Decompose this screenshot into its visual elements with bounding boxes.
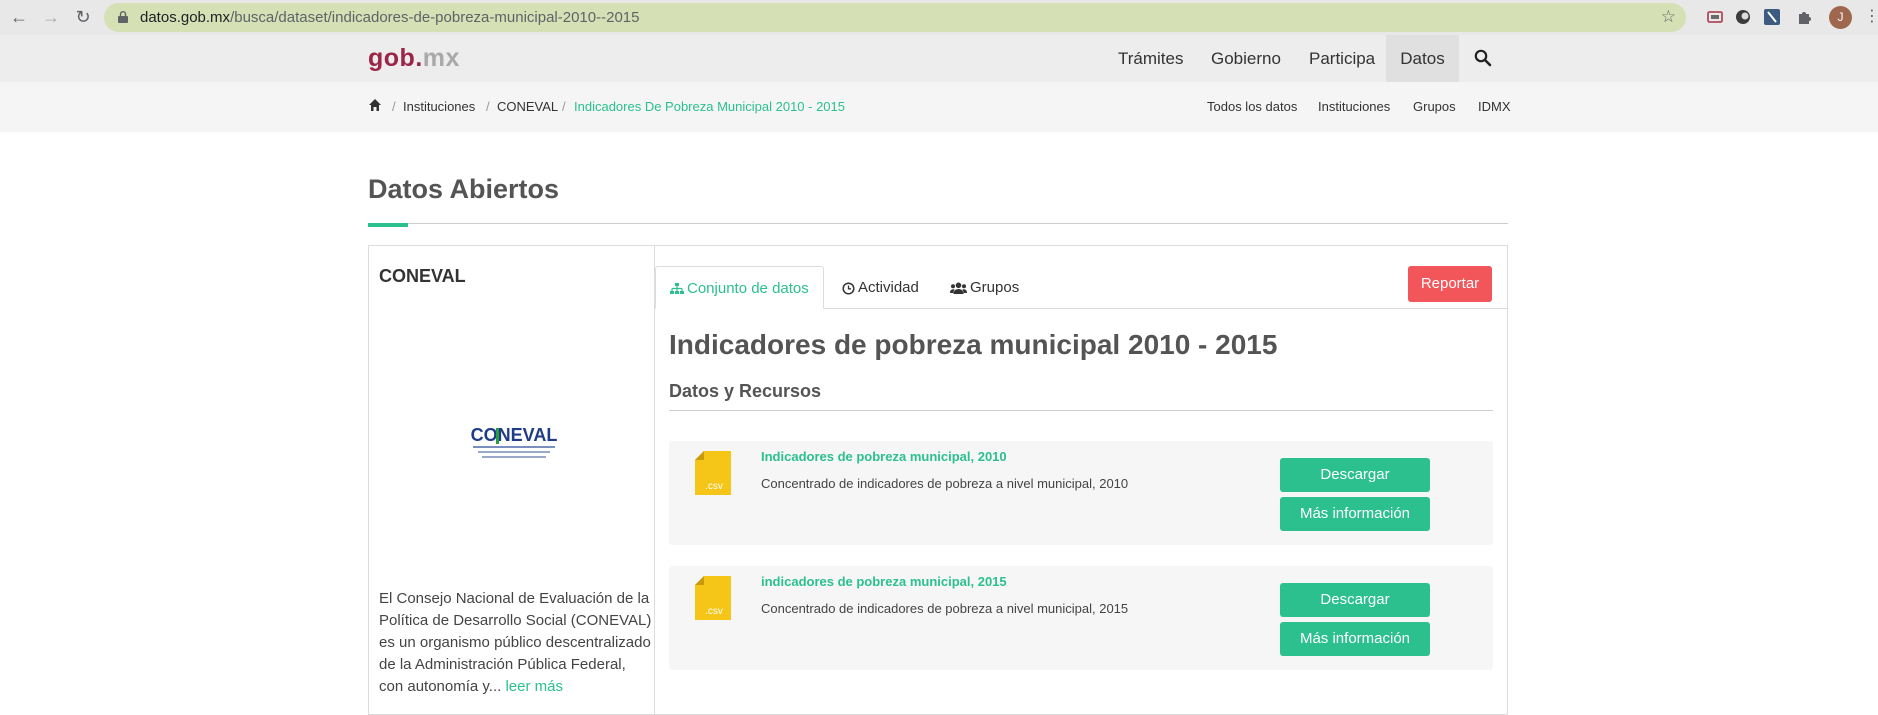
resources-heading: Datos y Recursos — [669, 381, 822, 401]
resource-name-link[interactable]: indicadores de pobreza municipal, 2015 — [761, 574, 1007, 589]
bookmark-star-icon[interactable]: ☆ — [1661, 7, 1676, 27]
site-header: gob.mx Trámites Gobierno Participa Datos — [0, 35, 1878, 82]
tab-label: Grupos — [970, 279, 1020, 296]
more-info-button[interactable]: Más información — [1280, 497, 1430, 531]
tab-label: Conjunto de datos — [687, 280, 809, 297]
csv-file-icon: .csv — [695, 576, 731, 620]
tab-actividad[interactable]: Actividad — [842, 266, 919, 309]
gob-mx-logo[interactable]: gob.mx — [368, 44, 460, 73]
dataset-panel: Conjunto de datos Actividad Grupos Repor… — [654, 245, 1508, 715]
forward-icon[interactable]: → — [40, 6, 62, 28]
breadcrumb-separator: / — [486, 99, 490, 114]
nav-datos[interactable]: Datos — [1386, 35, 1459, 82]
url-text: datos.gob.mx/busca/dataset/indicadores-d… — [140, 9, 639, 26]
nav-tramites[interactable]: Trámites — [1118, 35, 1184, 82]
profile-avatar[interactable]: J — [1829, 6, 1852, 29]
resource-item: .csv Indicadores de pobreza municipal, 2… — [669, 441, 1493, 545]
slash-extension-icon[interactable] — [1763, 8, 1781, 26]
organization-name: CONEVAL — [379, 266, 466, 286]
cast-extension-icon[interactable] — [1706, 8, 1724, 26]
back-icon[interactable]: ← — [8, 6, 30, 28]
link-todos-los-datos[interactable]: Todos los datos — [1207, 99, 1297, 114]
puzzle-extensions-icon[interactable] — [1796, 8, 1814, 26]
report-button[interactable]: Reportar — [1408, 266, 1492, 302]
tab-grupos[interactable]: Grupos — [950, 266, 1019, 309]
read-more-link[interactable]: leer más — [505, 678, 563, 695]
csv-file-icon: .csv — [695, 451, 731, 495]
more-info-button[interactable]: Más información — [1280, 622, 1430, 656]
address-bar[interactable]: datos.gob.mx/busca/dataset/indicadores-d… — [104, 3, 1686, 32]
link-grupos[interactable]: Grupos — [1413, 99, 1456, 114]
tab-conjunto-de-datos[interactable]: Conjunto de datos — [655, 266, 824, 309]
breadcrumb-separator: / — [562, 99, 566, 114]
dataset-title: Indicadores de pobreza municipal 2010 - … — [669, 329, 1278, 360]
resource-description: Concentrado de indicadores de pobreza a … — [761, 601, 1129, 616]
resources-divider — [669, 410, 1493, 411]
breadcrumb-instituciones[interactable]: Instituciones — [403, 99, 475, 114]
browser-toolbar: ← → ↻ datos.gob.mx/busca/dataset/indicad… — [0, 0, 1878, 35]
url-path: /busca/dataset/indicadores-de-pobreza-mu… — [230, 9, 640, 26]
svg-text:.csv: .csv — [705, 481, 723, 492]
organization-panel: CONEVAL CONEVAL El Consejo Nacional de E… — [368, 245, 655, 715]
reload-icon[interactable]: ↻ — [72, 6, 94, 28]
organization-description: El Consejo Nacional de Evaluación de la … — [379, 590, 652, 695]
resource-name-link[interactable]: Indicadores de pobreza municipal, 2010 — [761, 449, 1007, 464]
home-icon[interactable] — [368, 98, 382, 112]
svg-text:CONEVAL: CONEVAL — [471, 425, 558, 445]
link-idmx[interactable]: IDMX — [1478, 99, 1511, 114]
url-host: datos.gob.mx — [140, 9, 231, 26]
breadcrumb: / Instituciones / CONEVAL / Indicadores … — [0, 82, 1878, 132]
tab-label: Actividad — [858, 279, 919, 296]
page-title: Datos Abiertos — [368, 174, 560, 204]
download-button[interactable]: Descargar — [1280, 458, 1430, 492]
breadcrumb-separator: / — [392, 99, 396, 114]
nav-gobierno[interactable]: Gobierno — [1211, 35, 1281, 82]
link-instituciones[interactable]: Instituciones — [1318, 99, 1390, 114]
users-icon — [950, 282, 967, 295]
lock-icon — [118, 11, 128, 23]
sitemap-icon — [670, 283, 684, 295]
search-icon[interactable] — [1474, 49, 1492, 67]
resource-description: Concentrado de indicadores de pobreza a … — [761, 476, 1129, 491]
breadcrumb-current: Indicadores De Pobreza Municipal 2010 - … — [574, 99, 846, 114]
coneval-logo[interactable]: CONEVAL — [468, 424, 560, 464]
title-divider — [368, 223, 1508, 224]
resource-item: .csv indicadores de pobreza municipal, 2… — [669, 566, 1493, 670]
circle-extension-icon[interactable] — [1734, 8, 1752, 26]
clock-icon — [842, 281, 855, 295]
title-accent-bar — [368, 223, 408, 227]
nav-participa[interactable]: Participa — [1309, 35, 1375, 82]
download-button[interactable]: Descargar — [1280, 583, 1430, 617]
breadcrumb-coneval[interactable]: CONEVAL — [497, 99, 558, 114]
svg-text:.csv: .csv — [705, 606, 723, 617]
browser-menu-icon[interactable]: ⋮ — [1864, 8, 1878, 26]
